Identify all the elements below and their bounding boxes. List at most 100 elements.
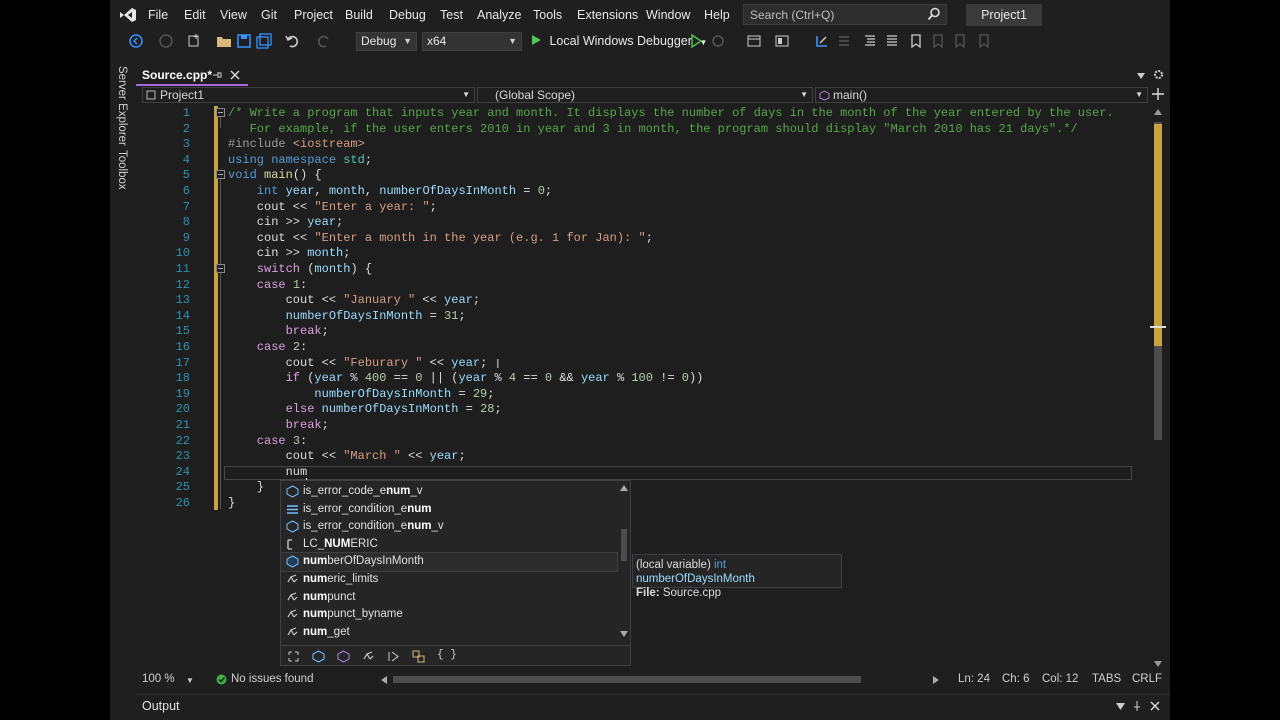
menu-build[interactable]: Build bbox=[345, 8, 373, 22]
dropdown-icon[interactable] bbox=[1116, 703, 1125, 710]
pin-icon[interactable] bbox=[1132, 701, 1142, 711]
bookmark-icon[interactable] bbox=[908, 33, 924, 49]
split-editor-icon[interactable] bbox=[1152, 88, 1164, 100]
code-token: : bbox=[300, 277, 308, 292]
filter-snippets-icon[interactable]: { } bbox=[437, 649, 457, 661]
filter-methods-icon[interactable] bbox=[337, 650, 350, 663]
editor-vertical-scrollbar[interactable] bbox=[1150, 104, 1170, 670]
search-box[interactable]: Search (Ctrl+Q) bbox=[743, 4, 947, 25]
completion-text: _v bbox=[410, 485, 423, 497]
tab-list-dropdown-icon[interactable] bbox=[1136, 72, 1146, 80]
menu-view[interactable]: View bbox=[220, 8, 247, 22]
back-icon[interactable] bbox=[128, 33, 144, 49]
clear-bookmarks-icon[interactable] bbox=[976, 33, 992, 49]
filter-templates-icon[interactable] bbox=[362, 650, 375, 663]
filter-variables-icon[interactable] bbox=[312, 650, 325, 663]
step-icon[interactable] bbox=[814, 33, 830, 49]
scroll-left-icon[interactable] bbox=[381, 676, 387, 684]
menu-window[interactable]: Window bbox=[646, 8, 690, 22]
menu-help[interactable]: Help bbox=[704, 8, 730, 22]
toolbox-tab[interactable]: Toolbox bbox=[116, 150, 128, 190]
char-indicator[interactable]: Ch: 6 bbox=[1002, 673, 1030, 685]
horizontal-scrollbar[interactable] bbox=[381, 674, 939, 686]
column-indicator[interactable]: Col: 12 bbox=[1042, 673, 1078, 685]
issues-status[interactable]: No issues found bbox=[231, 673, 313, 685]
pin-icon[interactable] bbox=[212, 70, 222, 80]
scope-dropdown[interactable]: (Global Scope) ▼ bbox=[477, 87, 813, 103]
scroll-down-icon[interactable] bbox=[620, 631, 628, 637]
scroll-right-icon[interactable] bbox=[933, 676, 939, 684]
line-ending-indicator[interactable]: CRLF bbox=[1132, 673, 1162, 685]
line-indicator[interactable]: Ln: 24 bbox=[958, 673, 990, 685]
scroll-up-icon[interactable] bbox=[620, 485, 628, 491]
tabs-indicator[interactable]: TABS bbox=[1092, 673, 1121, 685]
completion-item[interactable]: is_error_condition_enum_v bbox=[281, 518, 617, 536]
member-dropdown[interactable]: main() ▼ bbox=[815, 87, 1148, 103]
browse-icon[interactable] bbox=[746, 33, 762, 49]
scroll-down-icon[interactable] bbox=[1153, 660, 1163, 668]
code-token: void bbox=[228, 168, 265, 183]
visual-studio-logo-icon[interactable] bbox=[118, 6, 138, 24]
menu-extensions[interactable]: Extensions bbox=[577, 8, 638, 22]
completion-item[interactable]: numpunct bbox=[281, 589, 617, 607]
menu-git[interactable]: Git bbox=[261, 8, 277, 22]
completion-item[interactable]: numpunct_byname bbox=[281, 606, 617, 624]
scroll-up-icon[interactable] bbox=[1153, 108, 1163, 116]
completion-scrollbar[interactable] bbox=[618, 481, 630, 641]
solution-configuration-dropdown[interactable]: Debug ▼ bbox=[356, 32, 417, 51]
new-project-icon[interactable] bbox=[186, 33, 202, 49]
uncomment-icon[interactable] bbox=[884, 33, 900, 49]
completion-item[interactable]: is_error_code_enum_v bbox=[281, 483, 617, 501]
tab-source-cpp[interactable]: Source.cpp* bbox=[136, 64, 248, 86]
save-all-icon[interactable] bbox=[256, 33, 272, 49]
line-number: 3 bbox=[182, 137, 190, 152]
scrollbar-thumb[interactable] bbox=[621, 529, 627, 561]
menu-edit[interactable]: Edit bbox=[184, 8, 206, 22]
menu-project[interactable]: Project bbox=[294, 8, 333, 22]
zoom-level[interactable]: 100 % bbox=[142, 673, 175, 685]
chevron-down-icon[interactable]: ▼ bbox=[186, 676, 194, 685]
filter-namespaces-icon[interactable] bbox=[287, 650, 300, 663]
project-name-badge[interactable]: Project1 bbox=[966, 4, 1042, 26]
start-without-debugging-icon[interactable] bbox=[688, 33, 704, 49]
line-number: 19 bbox=[175, 386, 190, 401]
menu-analyze[interactable]: Analyze bbox=[477, 8, 521, 22]
server-explorer-tab[interactable]: Server Explorer bbox=[116, 66, 128, 146]
start-debugging-button[interactable]: Local Windows Debugger ▼ bbox=[530, 32, 707, 51]
redo-icon[interactable] bbox=[316, 33, 332, 49]
menu-test[interactable]: Test bbox=[440, 8, 463, 22]
undo-icon[interactable] bbox=[284, 33, 300, 49]
menu-tools[interactable]: Tools bbox=[533, 8, 562, 22]
close-icon[interactable] bbox=[230, 70, 240, 80]
breakpoint-icon[interactable] bbox=[836, 33, 852, 49]
output-panel-title[interactable]: Output bbox=[142, 699, 180, 713]
filter-macros-icon[interactable] bbox=[387, 650, 400, 663]
collapse-icon[interactable] bbox=[216, 108, 225, 117]
layout-icon[interactable] bbox=[774, 33, 790, 49]
comment-icon[interactable] bbox=[862, 33, 878, 49]
open-folder-icon[interactable] bbox=[216, 33, 232, 49]
solution-platform-dropdown[interactable]: x64 ▼ bbox=[422, 32, 522, 51]
menu-debug[interactable]: Debug bbox=[389, 8, 426, 22]
collapse-icon[interactable] bbox=[216, 264, 225, 273]
menu-file[interactable]: File bbox=[148, 8, 168, 22]
close-icon[interactable] bbox=[1150, 701, 1160, 711]
completion-item[interactable]: is_error_condition_enum bbox=[281, 501, 617, 519]
gear-icon[interactable] bbox=[1153, 69, 1164, 80]
save-icon[interactable] bbox=[236, 33, 252, 49]
chevron-down-icon: ▼ bbox=[800, 90, 808, 99]
completion-item-selected[interactable]: numberOfDaysInMonth bbox=[280, 552, 618, 572]
next-bookmark-icon[interactable] bbox=[952, 33, 968, 49]
hot-reload-icon[interactable] bbox=[710, 33, 726, 49]
completion-item[interactable]: LC_NUMERIC bbox=[281, 536, 617, 554]
completion-item[interactable]: numeric_limits bbox=[281, 571, 617, 589]
collapse-icon[interactable] bbox=[216, 170, 225, 179]
project-dropdown[interactable]: Project1 ▼ bbox=[142, 87, 475, 103]
completion-item[interactable]: num_get bbox=[281, 624, 617, 642]
code-line: cin >> year; bbox=[228, 215, 343, 229]
filter-types-icon[interactable] bbox=[412, 650, 425, 663]
previous-bookmark-icon[interactable] bbox=[930, 33, 946, 49]
forward-icon[interactable] bbox=[158, 33, 174, 49]
scrollbar-thumb[interactable] bbox=[393, 676, 861, 683]
